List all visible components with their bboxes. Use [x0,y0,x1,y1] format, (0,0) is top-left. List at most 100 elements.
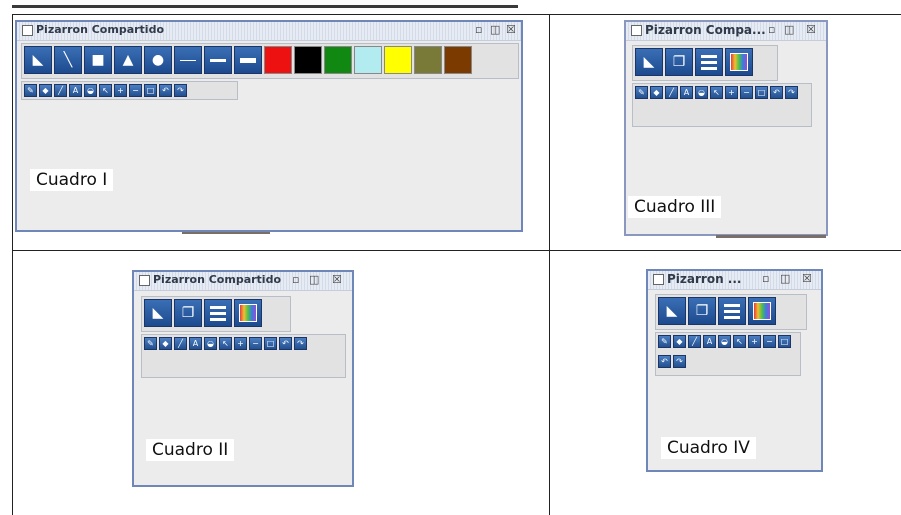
redo-icon[interactable]: ↷ [294,337,307,350]
main-toolbar: ◣ ❐ [655,294,807,330]
pencil-icon[interactable]: ✎ [658,335,671,348]
color-swatch-yellow[interactable] [384,46,412,74]
square-icon[interactable]: ■ [84,46,112,74]
eraser-icon[interactable]: ◆ [159,337,172,350]
color-swatch-olive[interactable] [414,46,442,74]
colors-icon[interactable] [725,48,753,76]
table-row-divider [12,250,901,251]
color-swatch-green[interactable] [324,46,352,74]
marker-icon[interactable]: ╱ [174,337,187,350]
undo-icon[interactable]: ↶ [279,337,292,350]
line-icon[interactable]: ╲ [54,46,82,74]
maximize-icon[interactable]: ◫ [309,274,319,286]
close-icon[interactable]: ☒ [506,24,516,36]
fill-icon[interactable]: ◒ [204,337,217,350]
color-swatch-black[interactable] [294,46,322,74]
minimize-icon[interactable]: ▫ [762,273,769,285]
zoom-in-icon[interactable]: + [725,86,738,99]
table-top-border [12,14,901,15]
shapes-icon[interactable]: ❐ [688,297,716,325]
stroke-width-icon[interactable] [695,48,723,76]
zoom-in-icon[interactable]: + [114,84,127,97]
close-icon[interactable]: ☒ [802,273,812,285]
thin-stroke-icon[interactable] [174,46,202,74]
tools-toolbar: ✎ ◆ ╱ A ◒ ↖ + − □ ↶ ↷ [141,334,346,378]
text-icon[interactable]: A [680,86,693,99]
stroke-width-icon[interactable] [204,299,232,327]
redo-icon[interactable]: ↷ [174,84,187,97]
window-menu-icon[interactable] [653,274,664,285]
select-icon[interactable]: ↖ [219,337,232,350]
zoom-in-icon[interactable]: + [234,337,247,350]
zoom-out-icon[interactable]: − [129,84,142,97]
select-icon[interactable]: ↖ [99,84,112,97]
pencil-icon[interactable]: ✎ [24,84,37,97]
shapes-icon[interactable]: ❐ [665,48,693,76]
draw-tools-icon[interactable]: ◣ [144,299,172,327]
maximize-icon[interactable]: ◫ [780,273,790,285]
redo-icon[interactable]: ↷ [785,86,798,99]
minimize-icon[interactable]: ▫ [292,274,299,286]
figure-label: Cuadro III [628,196,722,218]
window-title: Pizarron Compartido [36,23,164,36]
title-bar[interactable]: Pizarron Compartido ▫ ◫ ☒ [134,272,352,291]
color-swatch-light-cyan[interactable] [354,46,382,74]
zoom-out-icon[interactable]: − [763,335,776,348]
window-menu-icon[interactable] [22,25,33,36]
title-bar[interactable]: Pizarron Compartido ▫ ◫ ☒ [17,22,521,41]
redo-icon[interactable]: ↷ [673,355,686,368]
medium-stroke-icon[interactable] [204,46,232,74]
draw-tools-icon[interactable]: ◣ [658,297,686,325]
color-swatch-brown[interactable] [444,46,472,74]
text-icon[interactable]: A [703,335,716,348]
undo-icon[interactable]: ↶ [658,355,671,368]
minimize-icon[interactable]: ▫ [768,24,775,36]
marker-icon[interactable]: ╱ [688,335,701,348]
triangle-icon[interactable]: ▲ [114,46,142,74]
title-bar[interactable]: Pizarron Compa... ▫ ◫ ☒ [626,22,826,41]
clear-icon[interactable]: □ [264,337,277,350]
close-icon[interactable]: ☒ [806,24,816,36]
select-icon[interactable]: ↖ [733,335,746,348]
freehand-icon[interactable]: ◣ [24,46,52,74]
maximize-icon[interactable]: ◫ [784,24,794,36]
shapes-icon[interactable]: ❐ [174,299,202,327]
whiteboard-window-cuadro-iv: Pizarron ... ▫ ◫ ☒ ◣ ❐ ✎ ◆ ╱ A ◒ ↖ + − □… [646,269,823,472]
draw-tools-icon[interactable]: ◣ [635,48,663,76]
color-swatch-red[interactable] [264,46,292,74]
fill-icon[interactable]: ◒ [695,86,708,99]
stroke-width-icon[interactable] [718,297,746,325]
minimize-icon[interactable]: ▫ [475,24,482,36]
undo-icon[interactable]: ↶ [159,84,172,97]
select-icon[interactable]: ↖ [710,86,723,99]
text-icon[interactable]: A [189,337,202,350]
colors-icon[interactable] [234,299,262,327]
undo-icon[interactable]: ↶ [770,86,783,99]
close-icon[interactable]: ☒ [332,274,342,286]
pencil-icon[interactable]: ✎ [635,86,648,99]
whiteboard-window-cuadro-i: Pizarron Compartido ▫ ◫ ☒ ◣ ╲ ■ ▲ ● ✎ ◆ … [15,20,523,232]
title-bar[interactable]: Pizarron ... ▫ ◫ ☒ [648,271,821,290]
marker-icon[interactable]: ╱ [54,84,67,97]
window-menu-icon[interactable] [139,275,150,286]
eraser-icon[interactable]: ◆ [39,84,52,97]
maximize-icon[interactable]: ◫ [490,24,500,36]
circle-icon[interactable]: ● [144,46,172,74]
eraser-icon[interactable]: ◆ [673,335,686,348]
window-menu-icon[interactable] [631,25,642,36]
fill-icon[interactable]: ◒ [84,84,97,97]
text-icon[interactable]: A [69,84,82,97]
colors-icon[interactable] [748,297,776,325]
zoom-out-icon[interactable]: − [249,337,262,350]
pencil-icon[interactable]: ✎ [144,337,157,350]
zoom-in-icon[interactable]: + [748,335,761,348]
clear-icon[interactable]: □ [144,84,157,97]
thick-stroke-icon[interactable] [234,46,262,74]
fill-icon[interactable]: ◒ [718,335,731,348]
clear-icon[interactable]: □ [755,86,768,99]
clear-icon[interactable]: □ [778,335,791,348]
eraser-icon[interactable]: ◆ [650,86,663,99]
marker-icon[interactable]: ╱ [665,86,678,99]
zoom-out-icon[interactable]: − [740,86,753,99]
window-title: Pizarron Compa... [645,23,766,37]
